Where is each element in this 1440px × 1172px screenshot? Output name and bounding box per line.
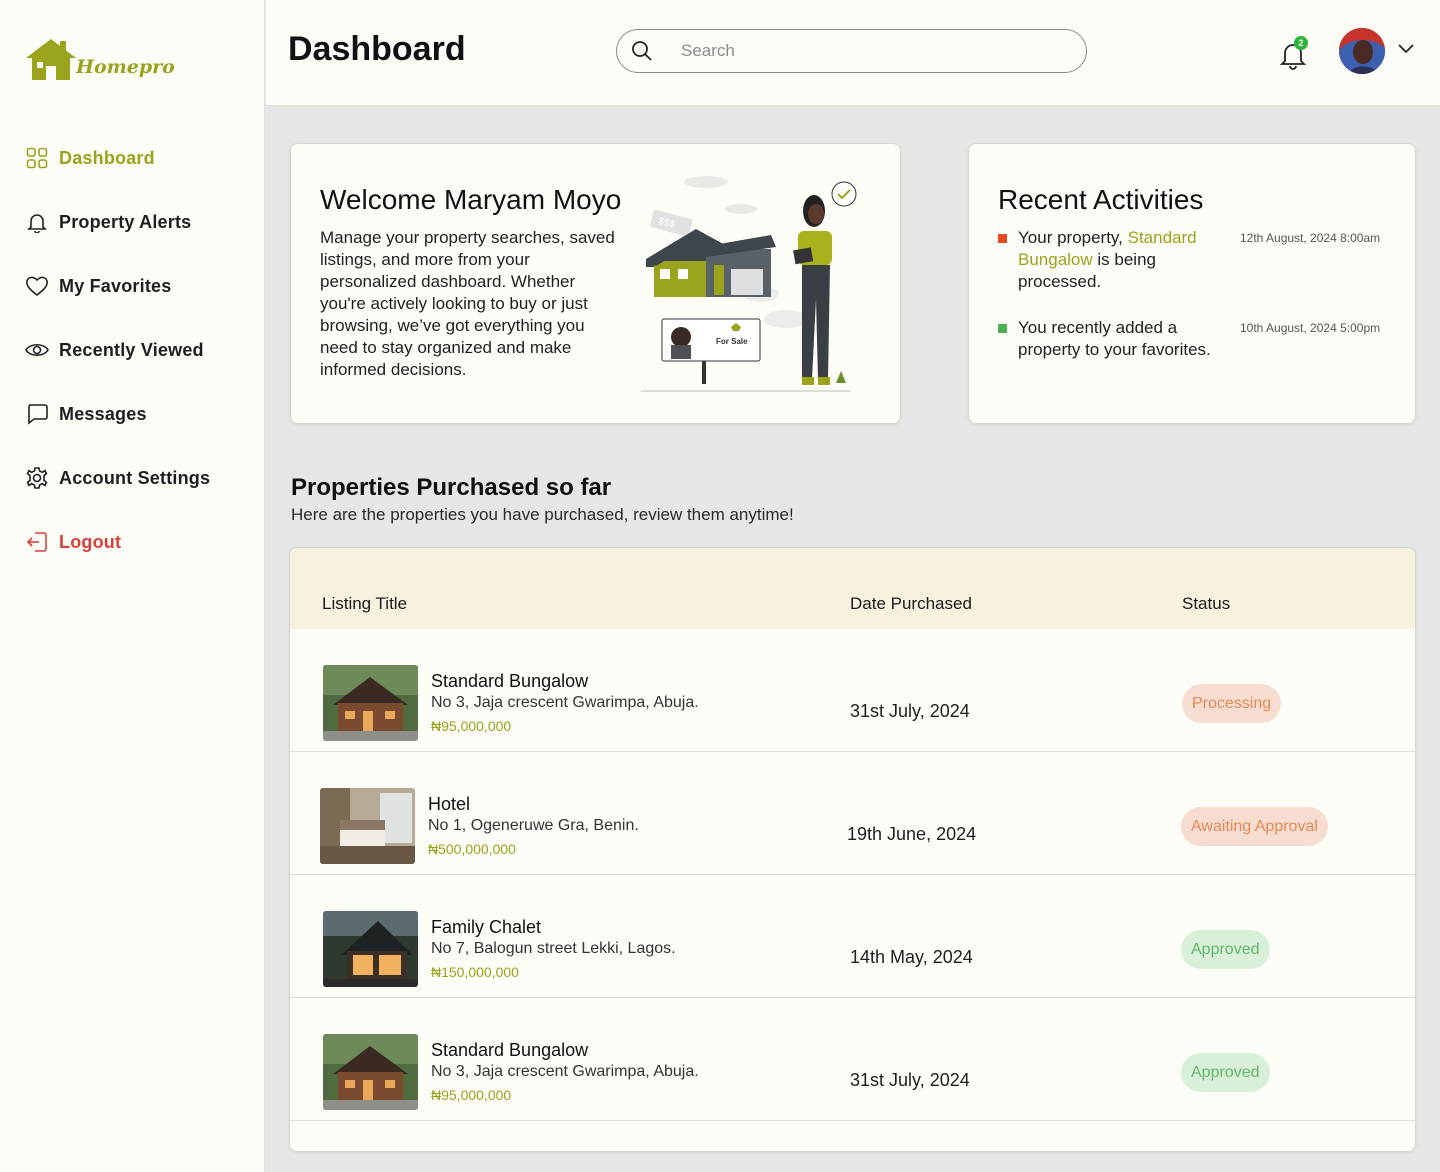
- activity-marker: [998, 324, 1007, 333]
- sidebar-item-logout[interactable]: Logout: [24, 524, 210, 560]
- search-bar[interactable]: [616, 29, 1087, 73]
- sidebar-item-recently-viewed[interactable]: Recently Viewed: [24, 332, 210, 368]
- sidebar-item-messages[interactable]: Messages: [24, 396, 210, 432]
- table-row[interactable]: Standard Bungalow No 3, Jaja crescent Gw…: [290, 629, 1415, 752]
- recent-activities-card: Recent Activities Your property, Standar…: [968, 143, 1416, 424]
- status-badge: Awaiting Approval: [1181, 807, 1328, 846]
- chat-icon: [24, 401, 50, 427]
- chevron-down-icon[interactable]: [1397, 43, 1415, 55]
- property-thumbnail[interactable]: [323, 1034, 418, 1110]
- listing-price: ₦95,000,000: [431, 718, 512, 734]
- heart-icon: [24, 273, 50, 299]
- grid-icon: [24, 145, 50, 171]
- table-row[interactable]: Family Chalet No 7, Balogun street Lekki…: [290, 875, 1415, 998]
- sidebar-item-label: Logout: [59, 531, 122, 552]
- table-row[interactable]: Standard Bungalow No 3, Jaja crescent Gw…: [290, 998, 1415, 1121]
- listing-price: ₦95,000,000: [431, 1087, 512, 1103]
- listing-address: No 3, Jaja crescent Gwarimpa, Abuja.: [431, 694, 699, 711]
- sidebar: Homepro Dashboard Property Alerts My Fav…: [0, 0, 265, 1172]
- status-badge: Approved: [1181, 1053, 1270, 1092]
- property-thumbnail[interactable]: [323, 665, 418, 741]
- sidebar-item-label: Recently Viewed: [59, 339, 204, 360]
- listing-address: No 3, Jaja crescent Gwarimpa, Abuja.: [431, 1063, 699, 1080]
- column-header-status: Status: [1182, 594, 1231, 613]
- logout-icon: [24, 529, 50, 555]
- sidebar-item-my-favorites[interactable]: My Favorites: [24, 268, 210, 304]
- listing-title[interactable]: Standard Bungalow: [431, 1040, 588, 1061]
- listing-price: ₦150,000,000: [431, 964, 519, 980]
- user-avatar[interactable]: [1339, 28, 1385, 74]
- activity-text: Your property, Standard Bungalow is bein…: [1018, 228, 1197, 291]
- listing-title[interactable]: Standard Bungalow: [431, 671, 588, 692]
- activities-title: Recent Activities: [998, 184, 1204, 215]
- sidebar-item-property-alerts[interactable]: Property Alerts: [24, 204, 210, 240]
- house-sale-illustration: $$$ For Sale: [641, 176, 857, 392]
- page-title: Dashboard: [288, 30, 466, 68]
- sidebar-item-label: Messages: [59, 403, 147, 424]
- activity-time: 12th August, 2024 8:00am: [1240, 231, 1381, 245]
- property-thumbnail[interactable]: [323, 911, 418, 987]
- listing-address: No 1, Ogeneruwe Gra, Benin.: [428, 817, 639, 834]
- column-header-date-purchased: Date Purchased: [850, 594, 972, 613]
- column-header-listing-title: Listing Title: [322, 594, 408, 613]
- bell-icon: [24, 209, 50, 235]
- brand-name: Homepro: [76, 56, 175, 78]
- search-input[interactable]: [681, 41, 1041, 61]
- listing-title[interactable]: Family Chalet: [431, 917, 541, 938]
- purchases-table: Listing Title Date Purchased Status Stan…: [289, 547, 1416, 1152]
- sidebar-item-label: Dashboard: [59, 147, 155, 168]
- purchases-title: Properties Purchased so far: [291, 474, 612, 501]
- table-row[interactable]: Hotel No 1, Ogeneruwe Gra, Benin. ₦500,0…: [290, 752, 1415, 875]
- table-header: Listing Title Date Purchased Status: [290, 548, 1415, 629]
- date-purchased: 31st July, 2024: [850, 701, 970, 721]
- listing-address: No 7, Balogun street Lekki, Lagos.: [431, 940, 676, 957]
- eye-icon: [24, 337, 50, 363]
- search-icon: [632, 41, 652, 61]
- sidebar-item-label: Property Alerts: [59, 211, 192, 232]
- sidebar-item-account-settings[interactable]: Account Settings: [24, 460, 210, 496]
- date-purchased: 31st July, 2024: [850, 1070, 970, 1090]
- sidebar-item-label: My Favorites: [59, 275, 172, 296]
- listing-price: ₦500,000,000: [428, 841, 516, 857]
- activity-time: 10th August, 2024 5:00pm: [1240, 321, 1381, 335]
- welcome-card: Welcome Maryam Moyo Manage your property…: [290, 143, 901, 424]
- activity-text: You recently added a property to your fa…: [1018, 318, 1211, 359]
- for-sale-label: For Sale: [716, 337, 748, 346]
- property-thumbnail[interactable]: [320, 788, 415, 864]
- sidebar-item-dashboard[interactable]: Dashboard: [24, 140, 210, 176]
- top-header: Dashboard 2: [266, 0, 1440, 106]
- date-purchased: 19th June, 2024: [847, 824, 977, 844]
- gear-icon: [24, 465, 50, 491]
- brand-logo[interactable]: Homepro: [24, 36, 175, 82]
- welcome-text: Manage your property searches, saved lis…: [320, 228, 615, 379]
- sidebar-nav: Dashboard Property Alerts My Favorites R…: [24, 140, 210, 588]
- listing-title[interactable]: Hotel: [428, 794, 470, 815]
- house-logo-icon: [26, 39, 76, 80]
- status-badge: Approved: [1181, 930, 1270, 969]
- activity-marker: [998, 234, 1007, 243]
- purchases-subtitle: Here are the properties you have purchas…: [291, 505, 794, 524]
- status-badge: Processing: [1182, 684, 1282, 723]
- notification-badge: 2: [1294, 36, 1308, 50]
- sidebar-item-label: Account Settings: [59, 467, 211, 488]
- date-purchased: 14th May, 2024: [850, 947, 973, 967]
- welcome-title: Welcome Maryam Moyo: [320, 184, 622, 215]
